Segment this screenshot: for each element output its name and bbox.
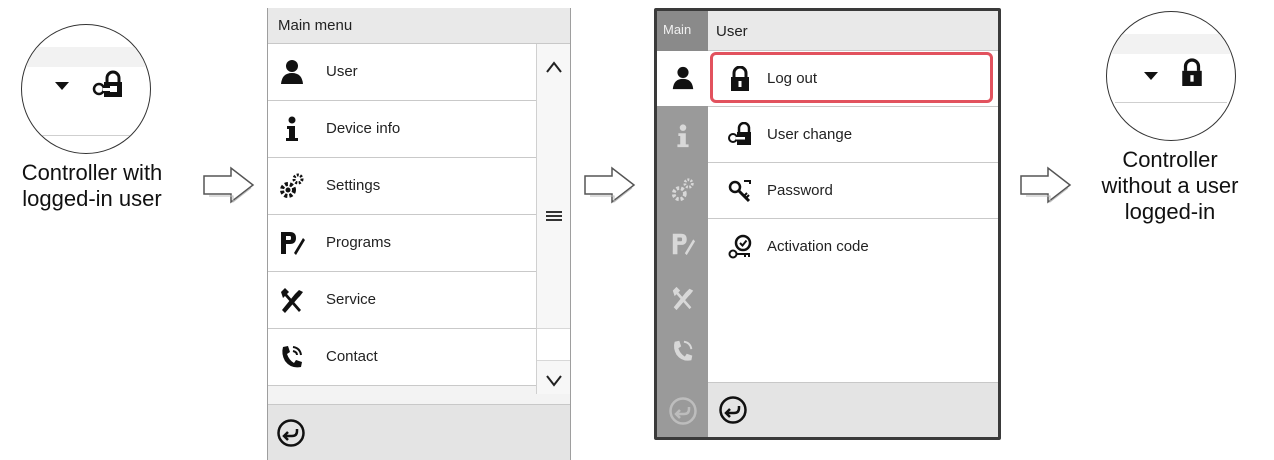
menu-item-label: Device info — [326, 120, 401, 137]
submenu-item-label: User change — [767, 126, 853, 143]
user-icon — [672, 66, 694, 90]
caption-logged-in-line1: Controller with — [21, 160, 163, 185]
gears-icon — [280, 173, 304, 198]
status-bar-band — [22, 47, 150, 67]
phone-icon — [282, 346, 302, 368]
status-bar-divider — [30, 135, 142, 136]
caption-logged-in: Controller with logged-in user — [2, 160, 182, 212]
gears-icon[interactable] — [670, 177, 696, 203]
main-menu-panel: Main menu User Device info Settings Prog… — [267, 8, 571, 460]
menu-item-label: Programs — [326, 234, 392, 251]
phone-icon[interactable] — [670, 338, 696, 364]
menu-item-label: Contact — [326, 348, 378, 365]
submenu-item-activation-code[interactable]: Activation code — [708, 219, 998, 275]
key-padlock-icon — [92, 70, 122, 97]
back-arrow-icon — [669, 397, 697, 425]
submenu-item-label: Password — [767, 182, 833, 199]
process-arrow-icon — [584, 166, 636, 204]
user-menu-panel: Main User Log out User change Password A… — [654, 8, 1001, 440]
caption-logged-out-line2: without a user — [1101, 173, 1239, 198]
user-menu-header: User — [708, 11, 998, 51]
main-menu-scrollbar[interactable] — [536, 44, 570, 394]
menu-item-contact[interactable]: Contact — [268, 329, 536, 386]
user-icon — [281, 60, 303, 84]
activation-key-icon — [728, 234, 752, 259]
caret-down-icon — [1144, 72, 1158, 80]
scroll-thumb[interactable] — [537, 328, 570, 361]
chevron-up-icon[interactable] — [545, 60, 563, 74]
programs-icon[interactable] — [670, 231, 696, 257]
menu-item-label: Service — [326, 291, 377, 308]
submenu-item-label: Activation code — [767, 238, 869, 255]
caption-logged-in-line2: logged-in user — [22, 186, 162, 211]
submenu-item-log-out[interactable]: Log out — [708, 51, 998, 107]
padlock-icon — [1182, 58, 1202, 86]
process-arrow-icon — [203, 166, 255, 204]
menu-item-label: Settings — [326, 177, 381, 194]
programs-icon — [281, 232, 305, 255]
info-icon[interactable] — [670, 123, 696, 149]
process-arrow-icon — [1020, 166, 1072, 204]
menu-item-service[interactable]: Service — [268, 272, 536, 329]
menu-item-device-info[interactable]: Device info — [268, 101, 536, 158]
controller-status-zoom-logged-in — [21, 24, 151, 154]
caption-logged-out-line1: Controller — [1122, 147, 1218, 172]
main-menu-footer — [268, 404, 570, 460]
key-padlock-icon — [728, 122, 751, 145]
sidebar-title: Main — [663, 22, 692, 37]
drag-handle-icon[interactable] — [545, 209, 563, 223]
service-tools-icon — [281, 288, 303, 313]
selection-highlight — [710, 52, 993, 103]
main-menu-title: Main menu — [278, 17, 353, 34]
status-bar-band — [1107, 34, 1235, 54]
main-menu-sidebar: Main — [657, 11, 708, 437]
menu-item-settings[interactable]: Settings — [268, 158, 536, 215]
sidebar-item-user-active[interactable] — [657, 51, 708, 106]
service-tools-icon[interactable] — [670, 285, 696, 311]
chevron-down-icon[interactable] — [545, 374, 563, 388]
menu-item-programs[interactable]: Programs — [268, 215, 536, 272]
controller-status-zoom-logged-out — [1106, 11, 1236, 141]
menu-item-label: User — [326, 63, 358, 80]
main-menu-header: Main menu — [268, 8, 570, 44]
status-bar-divider — [1115, 102, 1227, 103]
info-icon — [286, 116, 298, 141]
submenu-item-password[interactable]: Password — [708, 163, 998, 219]
back-arrow-icon[interactable] — [718, 395, 748, 425]
menu-item-user[interactable]: User — [268, 44, 536, 101]
user-menu-footer — [708, 382, 998, 437]
user-menu-title: User — [716, 23, 748, 40]
submenu-item-user-change[interactable]: User change — [708, 107, 998, 163]
caret-down-icon — [55, 82, 69, 90]
caption-logged-out-line3: logged-in — [1124, 199, 1216, 224]
submenu-empty-area — [708, 274, 998, 382]
user-menu-screen: Main User Log out User change Password A… — [657, 11, 998, 437]
sidebar-header: Main — [657, 11, 708, 51]
user-submenu: User Log out User change Password Activa… — [708, 11, 998, 437]
caption-logged-out: Controller without a user logged-in — [1078, 147, 1262, 225]
back-arrow-icon[interactable] — [276, 418, 306, 448]
key-icon — [728, 180, 751, 203]
